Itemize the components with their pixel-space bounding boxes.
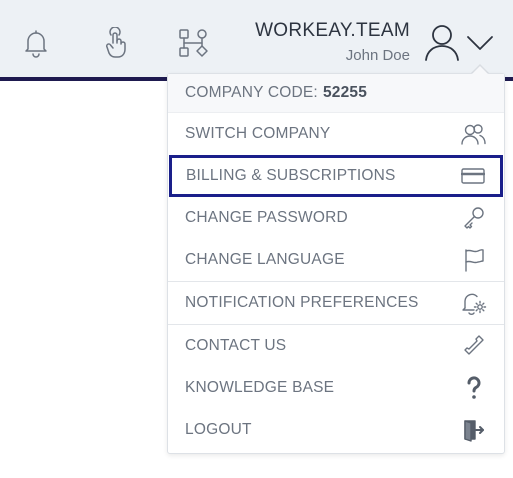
team-name: WORKEAY.TEAM [255,20,410,41]
user-name: John Doe [345,47,410,64]
menu-item-label: SWITCH COMPANY [185,125,331,142]
phone-icon [461,333,487,359]
key-icon [461,205,487,231]
team-info: WORKEAY.TEAM John Doe [255,20,410,66]
logout-icon [461,417,487,443]
flag-icon [461,247,487,273]
users-icon [461,121,487,147]
company-code-label: COMPANY CODE: [185,84,318,101]
workflow-icon[interactable] [176,26,210,60]
menu-item-label: CONTACT US [185,337,287,354]
menu-item-label: CHANGE PASSWORD [185,209,348,226]
company-code: COMPANY CODE: 52255 [168,74,504,113]
menu-item-knowledge-base[interactable]: KNOWLEDGE BASE [168,367,504,409]
menu-item-logout[interactable]: LOGOUT [168,409,504,451]
credit-card-icon [460,163,486,189]
menu-item-contact-us[interactable]: CONTACT US [168,325,504,367]
bell-icon[interactable] [19,26,53,60]
company-code-value: 52255 [322,84,368,101]
menu-item-label: BILLING & SUBSCRIPTIONS [186,167,396,184]
menu-item-change-password[interactable]: CHANGE PASSWORD [168,197,504,239]
bell-settings-icon [461,290,487,316]
top-bar: WORKEAY.TEAM John Doe [0,0,513,77]
dropdown-caret-inner [471,65,489,75]
menu-item-label: KNOWLEDGE BASE [185,379,335,396]
menu-item-billing-subscriptions[interactable]: BILLING & SUBSCRIPTIONS [169,155,503,197]
touch-icon[interactable] [99,26,133,60]
menu-item-label: LOGOUT [185,421,252,438]
menu-item-change-language[interactable]: CHANGE LANGUAGE [168,239,504,281]
menu-item-label: NOTIFICATION PREFERENCES [185,294,419,311]
user-dropdown-menu: COMPANY CODE: 52255 SWITCH COMPANY BILLI… [167,73,505,454]
question-icon [461,375,487,401]
chevron-down-icon[interactable] [465,30,495,54]
menu-item-label: CHANGE LANGUAGE [185,251,345,268]
menu-item-notification-preferences[interactable]: NOTIFICATION PREFERENCES [168,282,504,324]
user-icon[interactable] [423,22,461,62]
menu-item-switch-company[interactable]: SWITCH COMPANY [168,113,504,155]
